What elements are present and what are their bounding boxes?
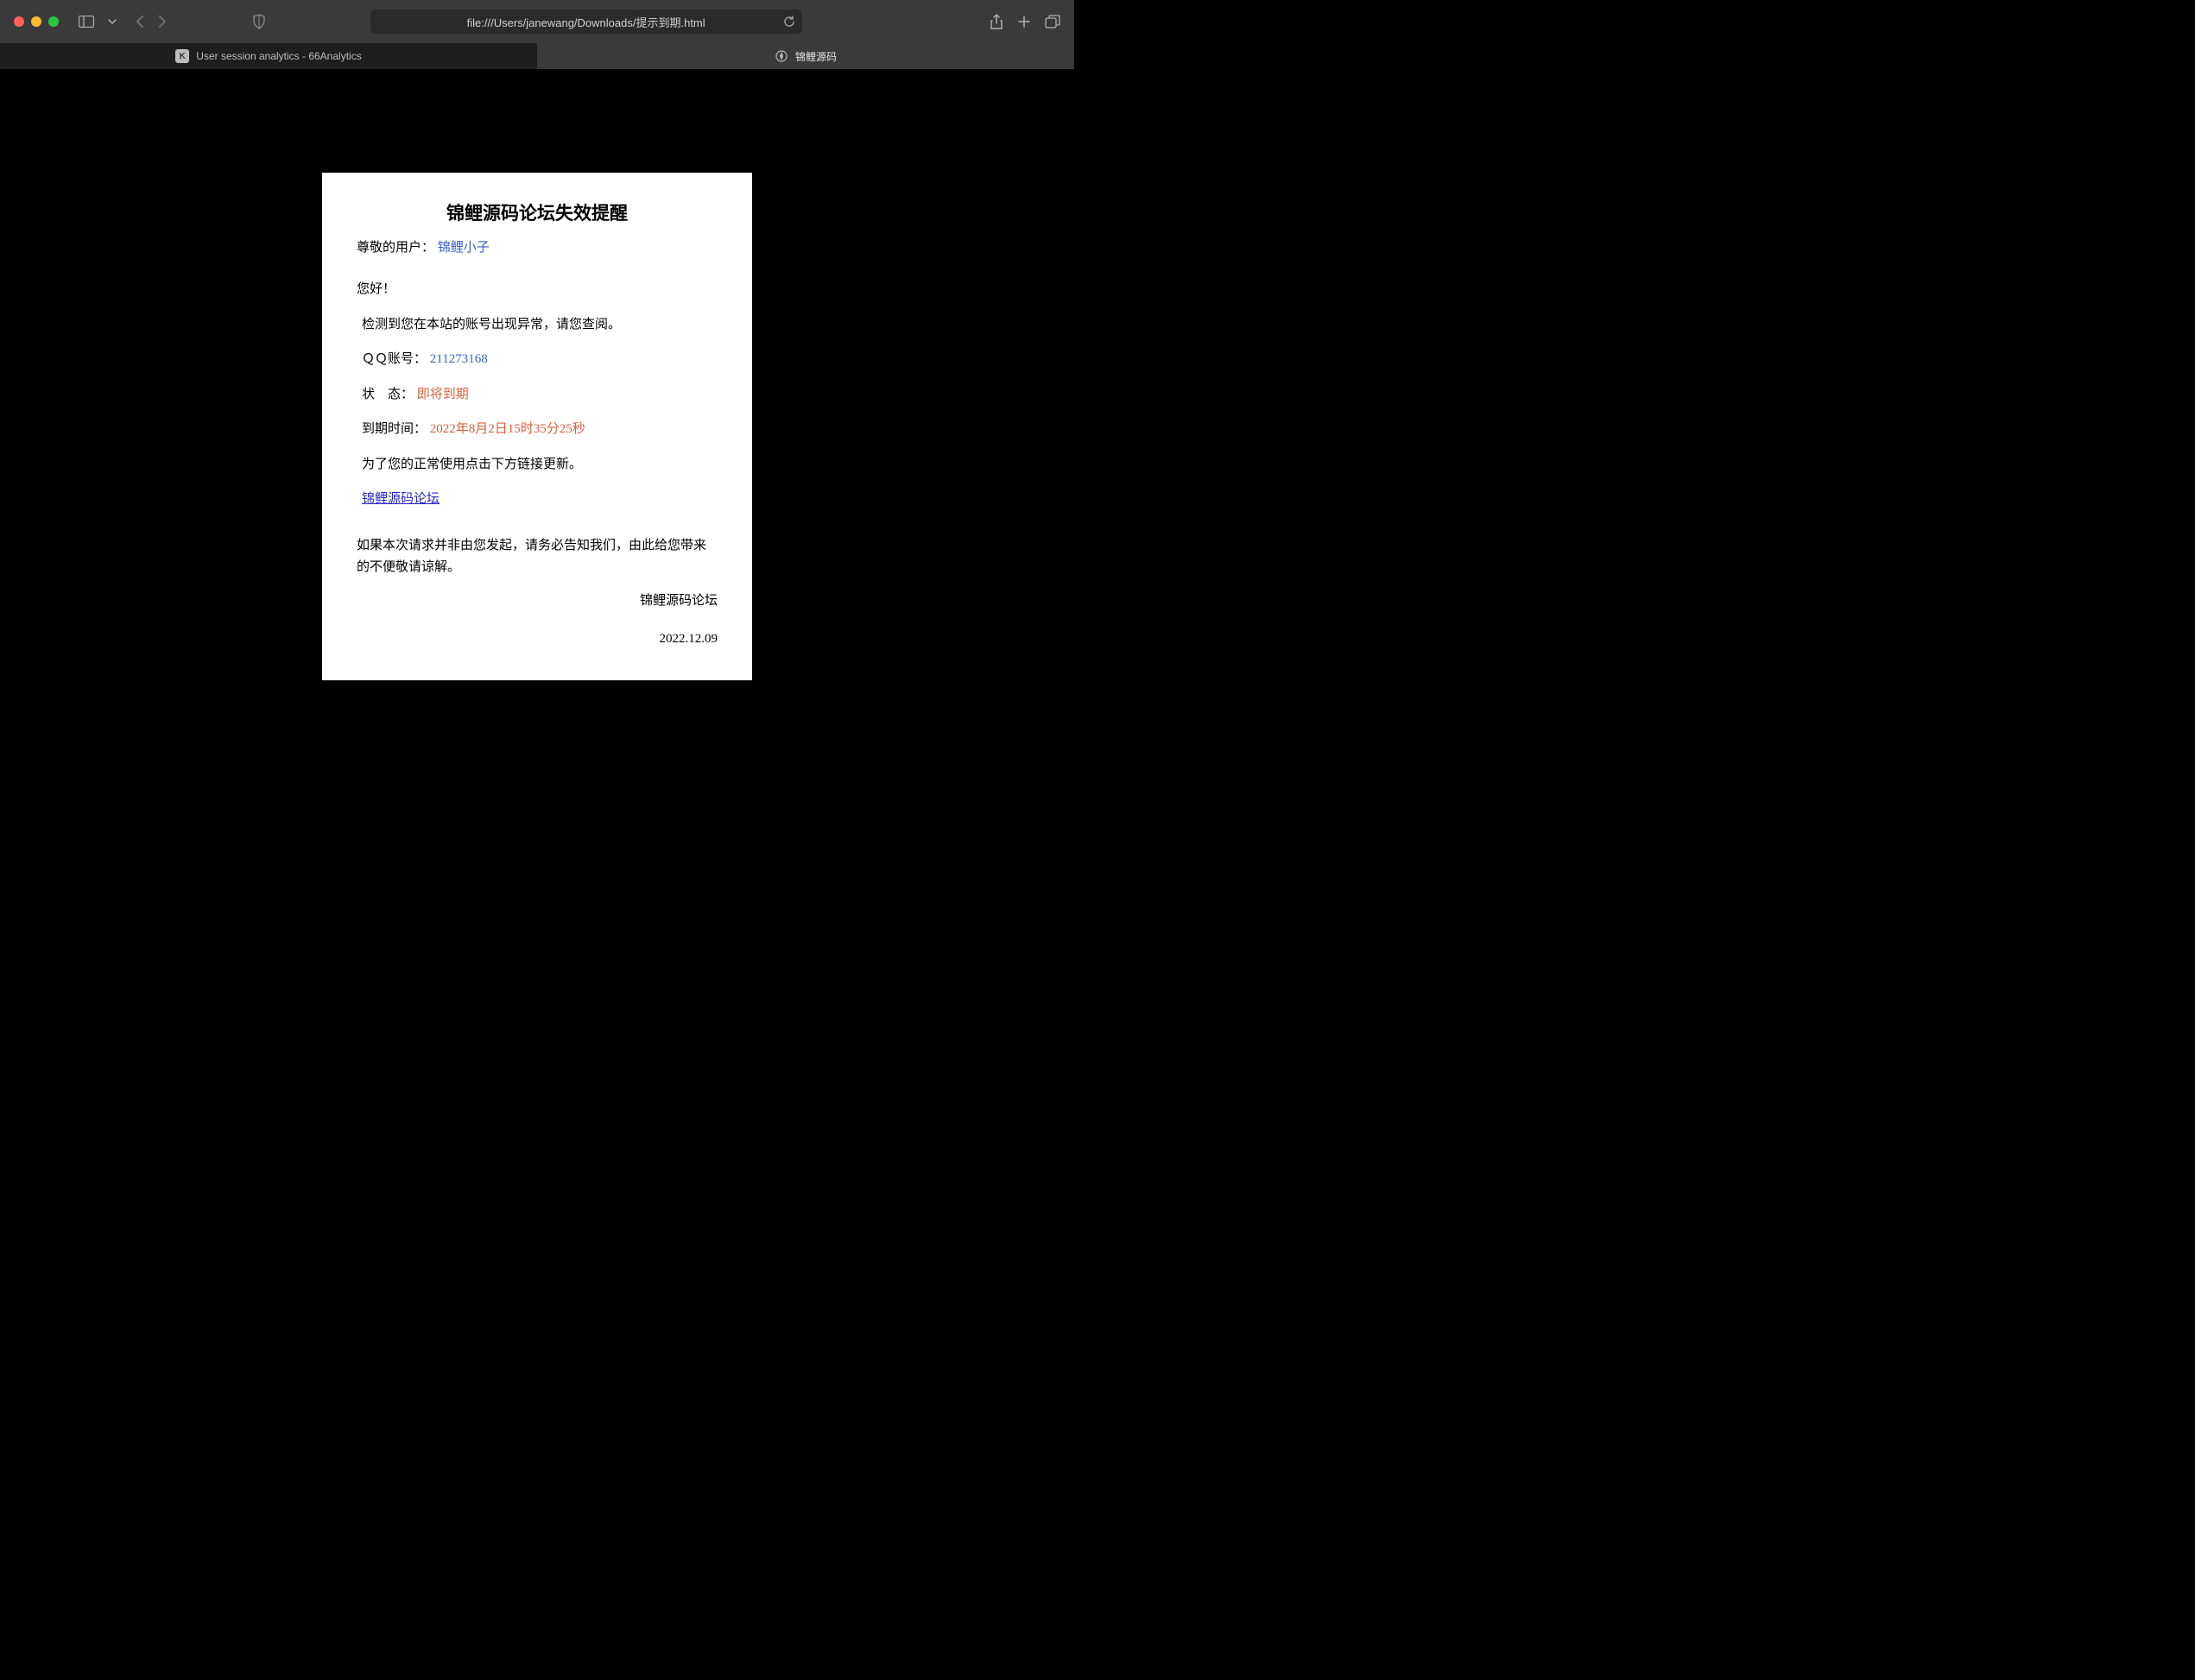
tabs-bar: K User session analytics - 66Analytics 锦…: [0, 43, 1074, 69]
signature-text: 锦鲤源码论坛: [357, 591, 718, 611]
tab-label: 锦鲤源码: [795, 49, 837, 64]
page-content: 锦鲤源码论坛失效提醒 尊敬的用户： 锦鲤小子 您好！ 检测到您在本站的账号出现异…: [322, 173, 752, 680]
instruction-text: 为了您的正常使用点击下方链接更新。: [357, 455, 718, 475]
expire-label: 到期时间：: [362, 422, 427, 436]
sidebar-icon: [79, 16, 94, 28]
chevron-left-icon: [135, 15, 145, 28]
window-titlebar: file:///Users/janewang/Downloads/提示到期.ht…: [0, 0, 1074, 43]
address-bar[interactable]: file:///Users/janewang/Downloads/提示到期.ht…: [370, 9, 802, 34]
privacy-shield-button[interactable]: [252, 14, 266, 29]
qq-row: ＱＱ账号： 211273168: [357, 350, 718, 369]
user-label: 尊敬的用户：: [357, 241, 434, 255]
page-title: 锦鲤源码论坛失效提醒: [357, 200, 718, 228]
link-row: 锦鲤源码论坛: [357, 489, 718, 509]
reload-icon: [783, 16, 795, 28]
maximize-window-button[interactable]: [48, 16, 59, 27]
shield-icon: [252, 14, 266, 29]
tabs-icon: [1045, 15, 1060, 28]
new-tab-button[interactable]: [1017, 15, 1031, 28]
tab-analytics[interactable]: K User session analytics - 66Analytics: [0, 43, 537, 69]
sidebar-toggle-button[interactable]: [74, 9, 98, 34]
chevron-down-icon: [108, 19, 117, 24]
share-icon: [990, 14, 1003, 29]
status-row: 状 态： 即将到期: [357, 385, 718, 405]
tab-favicon-icon: K: [175, 49, 189, 63]
forward-button[interactable]: [157, 15, 168, 28]
expire-value: 2022年8月2日15时35分25秒: [430, 422, 585, 436]
tabs-overview-button[interactable]: [1045, 15, 1060, 28]
tab-jinli[interactable]: 锦鲤源码: [537, 43, 1074, 69]
window-controls: [14, 16, 59, 27]
minimize-window-button[interactable]: [31, 16, 41, 27]
reload-button[interactable]: [783, 16, 795, 28]
back-button[interactable]: [135, 15, 145, 28]
tab-label: User session analytics - 66Analytics: [196, 50, 361, 62]
compass-icon: [775, 49, 788, 63]
expire-row: 到期时间： 2022年8月2日15时35分25秒: [357, 420, 718, 439]
chevron-right-icon: [157, 15, 168, 28]
close-window-button[interactable]: [14, 16, 24, 27]
user-name: 锦鲤小子: [438, 241, 490, 255]
user-row: 尊敬的用户： 锦鲤小子: [357, 238, 718, 258]
toolbar-right: [990, 14, 1060, 29]
toolbar-dropdown-button[interactable]: [105, 9, 119, 34]
greeting: 您好！: [357, 280, 718, 300]
url-text: file:///Users/janewang/Downloads/提示到期.ht…: [467, 14, 705, 30]
share-button[interactable]: [990, 14, 1003, 29]
disclaimer-text: 如果本次请求并非由您发起，请务必告知我们，由此给您带来的不便敬请谅解。: [357, 535, 718, 579]
status-value: 即将到期: [417, 388, 469, 401]
status-label: 状 态：: [362, 388, 414, 401]
forum-link[interactable]: 锦鲤源码论坛: [362, 492, 440, 506]
nav-arrows: [135, 15, 168, 28]
viewport: 锦鲤源码论坛失效提醒 尊敬的用户： 锦鲤小子 您好！ 检测到您在本站的账号出现异…: [0, 69, 1074, 822]
date-text: 2022.12.09: [357, 629, 718, 649]
notice-text: 检测到您在本站的账号出现异常，请您查阅。: [357, 315, 718, 335]
plus-icon: [1017, 15, 1031, 28]
qq-value: 211273168: [430, 352, 488, 366]
qq-label: ＱＱ账号：: [362, 352, 427, 366]
